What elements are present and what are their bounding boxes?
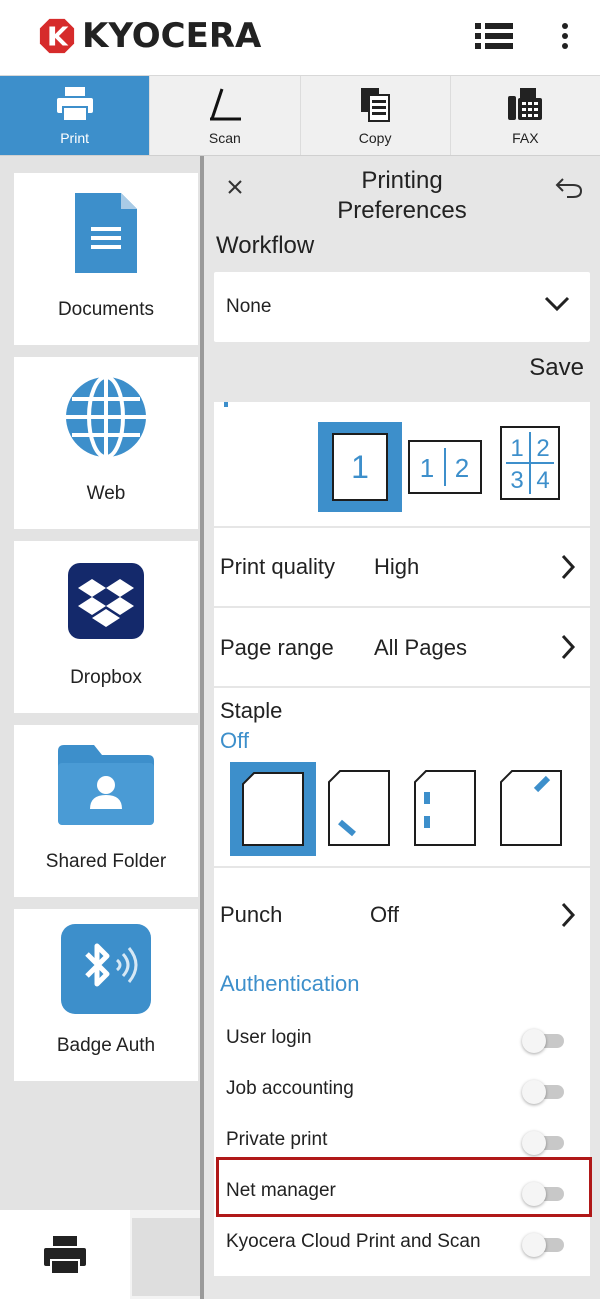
staple-top-right-option[interactable] — [500, 770, 562, 846]
punch-value: Off — [370, 902, 399, 927]
kyocera-cloud-label: Kyocera Cloud Print and Scan — [226, 1231, 481, 1252]
tab-print-label: Print — [60, 130, 90, 146]
svg-text:3: 3 — [510, 467, 523, 494]
printer-icon — [44, 1235, 86, 1274]
print-quality-label: Print quality — [220, 554, 335, 579]
kyocera-cloud-toggle[interactable] — [522, 1233, 566, 1257]
chevron-right-icon — [561, 554, 576, 580]
source-dropbox-label: Dropbox — [70, 667, 142, 688]
tab-copy[interactable]: Copy — [301, 76, 451, 155]
sidebar-bottom-bar — [0, 1210, 200, 1299]
function-tabs: Print Scan Copy FAX — [0, 76, 600, 156]
source-shared-folder[interactable]: Shared Folder — [14, 725, 198, 897]
source-sidebar: Documents Web Dropbox Shared Folder Badg… — [0, 156, 200, 1299]
brand-name: KYOCERA — [82, 16, 262, 56]
kyocera-logo-mark — [39, 18, 75, 54]
dropbox-icon — [68, 563, 144, 639]
staple-left-double-option[interactable] — [414, 770, 476, 846]
kyocera-cloud-row: Kyocera Cloud Print and Scan — [214, 1219, 590, 1269]
job-accounting-label: Job accounting — [226, 1078, 354, 1099]
workflow-label: Workflow — [216, 232, 315, 259]
print-quality-value: High — [374, 554, 420, 579]
svg-text:1: 1 — [420, 453, 434, 483]
panel-title-line1: Printing — [361, 167, 443, 194]
staple-none-icon — [242, 772, 304, 846]
layout-card: 1 1 2 1 2 3 4 — [214, 402, 590, 526]
printing-preferences-panel: Printing Preferences Workflow None Save … — [204, 156, 600, 1299]
tab-scan-label: Scan — [208, 130, 241, 146]
svg-text:2: 2 — [536, 435, 549, 462]
source-documents-label: Documents — [57, 299, 155, 320]
panel-title: Printing Preferences — [204, 166, 600, 226]
list-view-button[interactable] — [472, 16, 516, 56]
print-quality-row[interactable]: Print quality High — [214, 528, 590, 606]
chevron-right-icon — [561, 634, 576, 660]
staple-label: Staple — [220, 698, 283, 723]
print-button[interactable] — [0, 1210, 130, 1299]
tab-fax[interactable]: FAX — [451, 76, 600, 155]
more-options-button[interactable] — [543, 16, 587, 56]
tab-scan[interactable]: Scan — [150, 76, 301, 155]
workflow-select[interactable]: None — [214, 272, 590, 342]
source-web-label: Web — [86, 483, 126, 504]
layout-2up-option[interactable]: 1 2 — [408, 440, 482, 494]
job-accounting-toggle[interactable] — [522, 1080, 566, 1104]
layout-label-fragment — [224, 402, 228, 407]
chevron-down-icon — [544, 296, 570, 312]
page-range-label: Page range — [220, 635, 334, 660]
source-web[interactable]: Web — [14, 357, 198, 529]
job-accounting-row: Job accounting — [214, 1066, 590, 1116]
layout-2up-icon: 1 2 — [420, 448, 469, 486]
user-login-label: User login — [226, 1027, 312, 1048]
source-dropbox[interactable]: Dropbox — [14, 541, 198, 713]
page-range-row[interactable]: Page range All Pages — [214, 608, 590, 686]
staple-bottom-left-option[interactable] — [328, 770, 390, 846]
source-shared-folder-label: Shared Folder — [45, 851, 167, 872]
printer-icon — [56, 87, 93, 121]
layout-1up-label: 1 — [332, 433, 388, 501]
panel-title-line2: Preferences — [337, 197, 467, 224]
undo-button[interactable] — [554, 174, 584, 200]
layout-4up-option[interactable]: 1 2 3 4 — [500, 426, 560, 500]
source-badge-auth-label: Badge Auth — [56, 1035, 156, 1056]
source-badge-auth[interactable]: Badge Auth — [14, 909, 198, 1081]
punch-row[interactable]: Punch Off — [214, 868, 590, 948]
tab-fax-label: FAX — [512, 130, 539, 146]
authentication-heading: Authentication — [220, 971, 360, 996]
staple-value: Off — [220, 728, 249, 753]
globe-icon — [66, 375, 146, 459]
undo-icon — [555, 178, 583, 198]
chevron-right-icon — [561, 902, 576, 928]
svg-text:4: 4 — [536, 467, 549, 494]
layout-4up-icon: 1 2 3 4 — [506, 432, 554, 494]
staple-card: Staple Off — [214, 688, 590, 866]
secondary-action-button[interactable] — [132, 1218, 200, 1296]
layout-1up-option[interactable]: 1 — [318, 422, 402, 512]
workflow-value: None — [226, 296, 272, 317]
save-button[interactable]: Save — [529, 354, 584, 382]
private-print-label: Private print — [226, 1129, 328, 1150]
scan-icon — [209, 88, 241, 121]
kyocera-logo: KYOCERA — [38, 14, 261, 58]
user-login-row: User login — [214, 1015, 590, 1065]
tab-copy-label: Copy — [358, 130, 392, 146]
shared-folder-icon — [58, 745, 154, 825]
copy-icon — [361, 88, 391, 122]
private-print-toggle[interactable] — [522, 1131, 566, 1155]
app-header: KYOCERA — [0, 0, 600, 76]
source-documents[interactable]: Documents — [14, 173, 198, 345]
net-manager-highlight — [216, 1157, 592, 1217]
svg-text:2: 2 — [455, 453, 469, 483]
user-login-toggle[interactable] — [522, 1029, 566, 1053]
staple-off-option[interactable] — [230, 762, 316, 856]
page-range-value: All Pages — [374, 635, 467, 660]
svg-text:1: 1 — [510, 435, 523, 462]
tab-print[interactable]: Print — [0, 76, 151, 155]
document-icon — [75, 193, 137, 273]
fax-icon — [508, 88, 543, 120]
punch-label: Punch — [220, 902, 283, 927]
list-icon — [475, 23, 513, 49]
more-vert-icon — [562, 23, 568, 49]
badge-bluetooth-icon — [61, 924, 151, 1014]
